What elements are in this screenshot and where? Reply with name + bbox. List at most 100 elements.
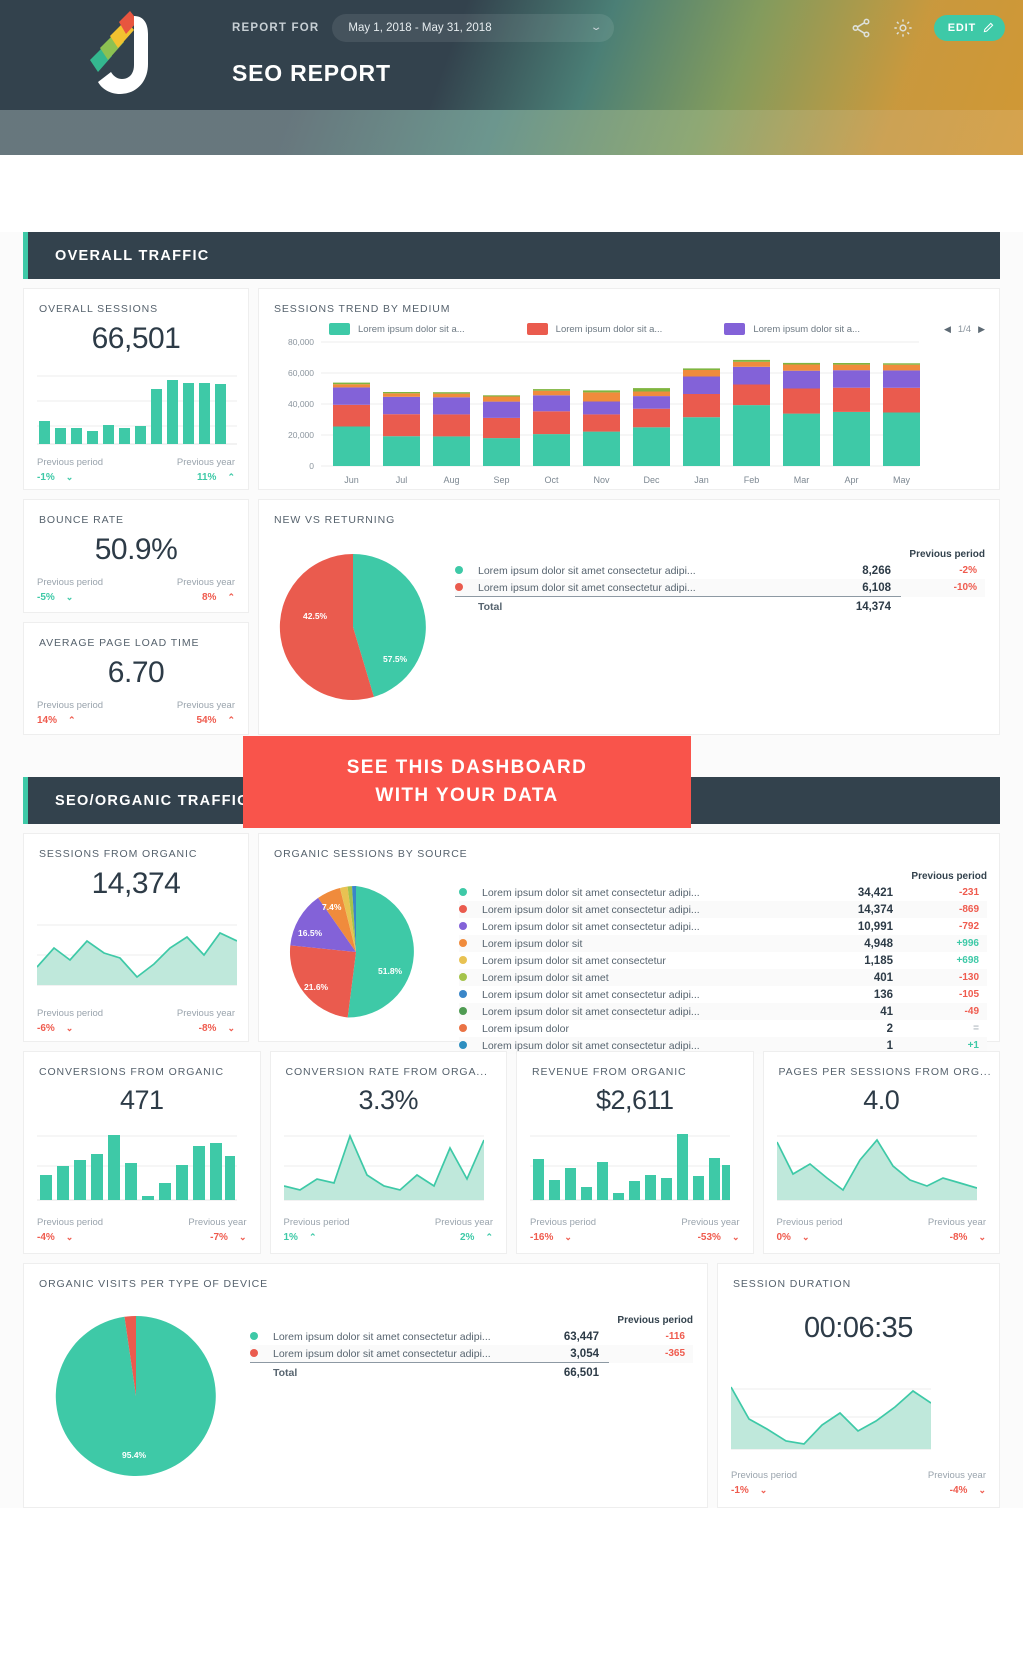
table-new-vs-returning: Previous period Lorem ipsum dolor sit am… <box>455 546 985 616</box>
gear-icon[interactable] <box>892 17 914 39</box>
x-tick-label: Jan <box>694 475 709 485</box>
delta-prev-period: -5% <box>37 592 55 603</box>
row-label: Lorem ipsum dolor sit amet consectetur a… <box>478 581 696 594</box>
card-conversions-from-organic[interactable]: CONVERSIONS FROM ORGANIC 471 Previous pe… <box>23 1051 261 1254</box>
chevron-down-icon: ⌄ <box>759 1485 768 1495</box>
card-organic-sessions-by-source[interactable]: ORGANIC SESSIONS BY SOURCE 51.8% 21.6% 1… <box>258 833 1000 1054</box>
x-tick-label: Dec <box>643 475 660 485</box>
sparkline-pages-per-session <box>775 1128 987 1211</box>
compare-conversions: Previous period -4% ⌄ Previous year -7% ⌄ <box>24 1211 260 1254</box>
label-prev-period: Previous period <box>37 1008 104 1019</box>
total-label: Total <box>469 596 830 616</box>
chart-organic-sessions-by-source-pie: 51.8% 21.6% 16.5% 7.4% <box>289 885 414 1018</box>
organic-kpi-row: CONVERSIONS FROM ORGANIC 471 Previous pe… <box>23 1051 1000 1254</box>
row-value: 3,054 <box>570 1347 599 1360</box>
card-bounce-rate[interactable]: BOUNCE RATE 50.9% Previous period -5% ⌄ … <box>23 499 249 613</box>
chevron-down-icon: ⌄ <box>227 1023 235 1033</box>
card-pages-per-session-from-organic[interactable]: PAGES PER SESSIONS FROM ORG... 4.0 Previ… <box>762 1051 1000 1254</box>
delta-prev-year: -7% <box>210 1232 228 1243</box>
pager-prev-icon[interactable]: ◀ <box>944 324 951 335</box>
cta-see-dashboard-button[interactable]: SEE THIS DASHBOARD WITH YOUR DATA <box>243 736 691 828</box>
card-overall-sessions[interactable]: OVERALL SESSIONS 66,501 Previous period … <box>23 288 249 490</box>
device-table-wrap: Previous period Lorem ipsum dolor sit am… <box>234 1296 693 1496</box>
value-prev-year: -8% ⌄ <box>928 1232 986 1243</box>
legend-dot <box>250 1331 258 1340</box>
table-row[interactable]: Lorem ipsum dolor sit amet consectetur a… <box>459 884 987 901</box>
legend-dot <box>455 582 463 591</box>
compare-prev-year: Previous year 8% ⌃ <box>177 577 235 603</box>
row-value: 401 <box>873 971 893 984</box>
delta-prev-period: -1% <box>731 1485 749 1496</box>
table-row[interactable]: Lorem ipsum dolor sit amet consectetur a… <box>459 986 987 1003</box>
compare-prev-year: Previous year -8% ⌄ <box>928 1217 986 1243</box>
pager-next-icon[interactable]: ▶ <box>978 324 985 335</box>
card-organic-visits-per-device[interactable]: ORGANIC VISITS PER TYPE OF DEVICE 95.4% … <box>23 1263 708 1508</box>
chevron-up-icon: ⌃ <box>68 715 76 725</box>
label-prev-period: Previous period <box>530 1217 597 1228</box>
card-session-duration[interactable]: SESSION DURATION 00:06:35 Previous perio… <box>717 1263 1000 1508</box>
compare-prev-year: Previous year 11% ⌃ <box>177 457 235 483</box>
section-title-organic: SEO/ORGANIC TRAFFIC <box>55 792 249 809</box>
compare-prev-year: Previous year -7% ⌄ <box>188 1217 246 1243</box>
label-prev-period: Previous period <box>731 1470 798 1481</box>
sparkline-conv-rate <box>283 1128 494 1211</box>
row-value: 63,447 <box>563 1330 599 1343</box>
table-row[interactable]: Lorem ipsum dolor sit amet consectetur a… <box>250 1328 693 1345</box>
organic-source-table-wrap: Previous period Lorem ipsum dolor sit am… <box>451 860 987 1054</box>
row-value: 8,266 <box>862 564 891 577</box>
cta-line-2: WITH YOUR DATA <box>375 785 559 806</box>
chevron-down-icon: ⌄ <box>65 472 74 482</box>
card-revenue-from-organic[interactable]: REVENUE FROM ORGANIC $2,611 Previous per… <box>516 1051 754 1254</box>
card-conversion-rate-from-organic[interactable]: CONVERSION RATE FROM ORGA... 3.3% Previo… <box>269 1051 507 1254</box>
table-row[interactable]: Lorem ipsum dolor sit amet consectetur a… <box>455 579 985 597</box>
table-row[interactable]: Lorem ipsum dolor sit amet consectetur 1,… <box>459 952 987 969</box>
row-value: 2 <box>886 1022 893 1035</box>
card-page-load-time[interactable]: AVERAGE PAGE LOAD TIME 6.70 Previous per… <box>23 622 249 735</box>
value-prev-year: 11% ⌃ <box>177 472 235 483</box>
table-row[interactable]: Lorem ipsum dolor sit 4,948 +996 <box>459 935 987 952</box>
edit-button[interactable]: EDIT <box>933 14 1005 41</box>
row-label: Lorem ipsum dolor sit amet consectetur a… <box>482 903 700 916</box>
chevron-down-icon: ⌄ <box>589 22 603 33</box>
section-header-overall: OVERALL TRAFFIC <box>23 232 1000 279</box>
table-row[interactable]: Lorem ipsum dolor sit amet consectetur a… <box>459 918 987 935</box>
value-prev-period: -5% ⌄ <box>37 592 103 603</box>
delta-prev-period: -6% <box>37 1023 55 1034</box>
compare-prev-period: Previous period -1% ⌄ <box>731 1470 797 1496</box>
table-row[interactable]: Lorem ipsum dolor sit amet 401 -130 <box>459 969 987 986</box>
table-row[interactable]: Lorem ipsum dolor sit amet consectetur a… <box>459 1003 987 1020</box>
sparkline-session-duration <box>730 1379 986 1464</box>
value-prev-year: 2% ⌃ <box>435 1232 493 1243</box>
new-vs-returning-table-wrap: Previous period Lorem ipsum dolor sit am… <box>441 532 985 712</box>
legend-pager[interactable]: ◀ 1/4 ▶ <box>944 324 985 335</box>
chart-new-vs-returning-pie: 57.5% 42.5% <box>279 553 426 700</box>
card-title-organic-by-source: ORGANIC SESSIONS BY SOURCE <box>274 848 468 860</box>
date-range-select[interactable]: May 1, 2018 - May 31, 2018 ⌄ <box>332 13 615 42</box>
pie-slice-label: 42.5% <box>303 611 328 621</box>
page-title: SEO REPORT <box>232 60 391 86</box>
header-toolbar: REPORT FOR May 1, 2018 - May 31, 2018 ⌄ … <box>215 0 1023 55</box>
table-row[interactable]: Lorem ipsum dolor 2 = <box>459 1020 987 1037</box>
pie-slice-label: 51.8% <box>378 966 403 976</box>
card-sessions-trend[interactable]: SESSIONS TREND BY MEDIUM Lorem ipsum dol… <box>258 288 1000 490</box>
chart-organic-visits-per-device-pie: 95.4% <box>55 1315 216 1476</box>
card-new-vs-returning[interactable]: NEW VS RETURNING 57.5% 42.5% Previous pe… <box>258 499 1000 735</box>
legend-dot <box>459 1023 467 1032</box>
share-icon[interactable] <box>850 17 872 39</box>
delta-prev-year: 2% <box>460 1232 475 1243</box>
value-revenue: $2,611 <box>595 1085 674 1115</box>
legend-dot <box>455 565 463 574</box>
table-row[interactable]: Lorem ipsum dolor sit amet consectetur a… <box>250 1345 693 1363</box>
card-sessions-from-organic[interactable]: SESSIONS FROM ORGANIC 14,374 Previous pe… <box>23 833 249 1042</box>
pie-slice-label: 16.5% <box>298 928 323 938</box>
row-label: Lorem ipsum dolor sit amet consectetur a… <box>482 988 700 1001</box>
card-title-session-duration: SESSION DURATION <box>733 1278 852 1290</box>
total-label: Total <box>264 1362 552 1382</box>
overall-left-column: OVERALL SESSIONS 66,501 Previous period … <box>23 288 249 735</box>
value-prev-period: -4% ⌄ <box>37 1232 103 1243</box>
label-prev-period: Previous period <box>37 577 104 588</box>
table-row[interactable]: Lorem ipsum dolor sit amet consectetur a… <box>459 901 987 918</box>
section-seo-organic-traffic: SEO/ORGANIC TRAFFIC SESSIONS FROM ORGANI… <box>23 777 1000 1508</box>
delta-prev-year: 8% <box>202 592 217 603</box>
table-row[interactable]: Lorem ipsum dolor sit amet consectetur a… <box>455 562 985 579</box>
